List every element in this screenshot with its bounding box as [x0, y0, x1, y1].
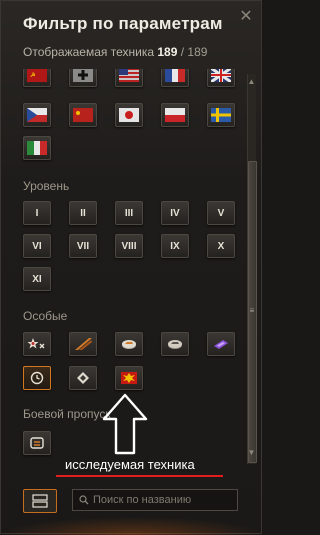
china-flag-icon	[73, 108, 93, 122]
view-toggle-button[interactable]	[23, 489, 57, 513]
tier-11-button[interactable]: XI	[23, 267, 51, 291]
search-input[interactable]	[89, 494, 228, 506]
close-icon[interactable]: ✕	[236, 7, 256, 27]
uk-flag-icon	[211, 69, 231, 82]
scroll-up-icon[interactable]: ▲	[247, 76, 256, 88]
battle-pass-filter-button[interactable]	[23, 431, 51, 455]
vehicle-count-summary: Отображаемая техника 189 / 189	[23, 45, 207, 59]
researched-filter-button[interactable]	[115, 366, 143, 390]
explosion-icon	[121, 372, 137, 384]
rental-ticket-icon	[214, 340, 228, 349]
premium-filter-button[interactable]	[69, 332, 97, 356]
tier-9-button[interactable]: IX	[161, 234, 189, 258]
battle-pass-icon	[30, 437, 44, 449]
sweden-flag-icon	[211, 108, 231, 122]
nation-japan[interactable]	[115, 103, 143, 127]
nation-germany[interactable]	[69, 69, 97, 87]
tier-2-button[interactable]: II	[69, 201, 97, 225]
germany-flag-icon	[73, 69, 93, 82]
nation-italy[interactable]	[23, 136, 51, 160]
rank-filter-button[interactable]	[69, 366, 97, 390]
nation-france[interactable]	[161, 69, 189, 87]
svg-text:☭: ☭	[30, 72, 36, 79]
tier-8-button[interactable]: VIII	[115, 234, 143, 258]
search-icon	[79, 495, 89, 505]
tier-6-button[interactable]: VI	[23, 234, 51, 258]
tier-10-button[interactable]: X	[207, 234, 235, 258]
vehicle-count: 189	[157, 45, 178, 59]
nation-poland[interactable]	[161, 103, 189, 127]
tier-3-button[interactable]: III	[115, 201, 143, 225]
filter-panel: Фильтр по параметрам ✕ Отображаемая техн…	[0, 0, 263, 535]
tier-5-button[interactable]: V	[207, 201, 235, 225]
reward-filter-button[interactable]	[161, 332, 189, 356]
scroll-down-icon[interactable]: ▼	[247, 447, 256, 459]
annotation-underline	[56, 475, 223, 477]
diamond-icon	[77, 372, 89, 384]
annotation-arrow-icon	[102, 393, 148, 455]
timer-filter-button[interactable]	[23, 366, 51, 390]
search-field[interactable]	[72, 489, 238, 511]
battle-pass-section-label: Боевой пропуск	[23, 407, 111, 421]
ussr-flag-icon: ☭	[27, 69, 47, 82]
nation-china[interactable]	[69, 103, 97, 127]
rental-filter-button[interactable]	[207, 332, 235, 356]
nation-usa[interactable]	[115, 69, 143, 87]
nation-sweden[interactable]	[207, 103, 235, 127]
nation-czechoslovakia[interactable]	[23, 103, 51, 127]
italy-flag-icon	[27, 141, 47, 155]
premium-stripe-icon	[75, 338, 92, 350]
france-flag-icon	[165, 69, 185, 82]
tank-coin-icon	[122, 340, 136, 349]
list-view-icon	[32, 494, 48, 508]
czechoslovakia-flag-icon	[27, 108, 47, 122]
tier-1-button[interactable]: I	[23, 201, 51, 225]
bottom-glow	[1, 517, 263, 535]
japan-flag-icon	[119, 108, 139, 122]
nation-ussr[interactable]: ☭	[23, 69, 51, 87]
count-separator: /	[177, 45, 188, 59]
nation-uk[interactable]	[207, 69, 235, 87]
tank-coin-alt-icon	[168, 340, 182, 349]
level-section-label: Уровень	[23, 179, 70, 193]
special-section-label: Особые	[23, 309, 68, 323]
annotation-label: исследуемая техника	[65, 457, 195, 472]
tier-4-button[interactable]: IV	[161, 201, 189, 225]
tier-7-button[interactable]: VII	[69, 234, 97, 258]
elite-star-icon	[27, 338, 45, 349]
timer-icon	[30, 371, 44, 385]
vehicle-count-label: Отображаемая техника	[23, 45, 155, 59]
collectible-filter-button[interactable]	[115, 332, 143, 356]
scrollbar-grip-icon: ≡	[249, 306, 255, 315]
poland-flag-icon	[165, 108, 185, 122]
panel-title: Фильтр по параметрам	[23, 14, 223, 33]
usa-flag-icon	[119, 69, 139, 82]
vehicle-total: 189	[187, 45, 208, 59]
elite-filter-button[interactable]	[23, 332, 51, 356]
